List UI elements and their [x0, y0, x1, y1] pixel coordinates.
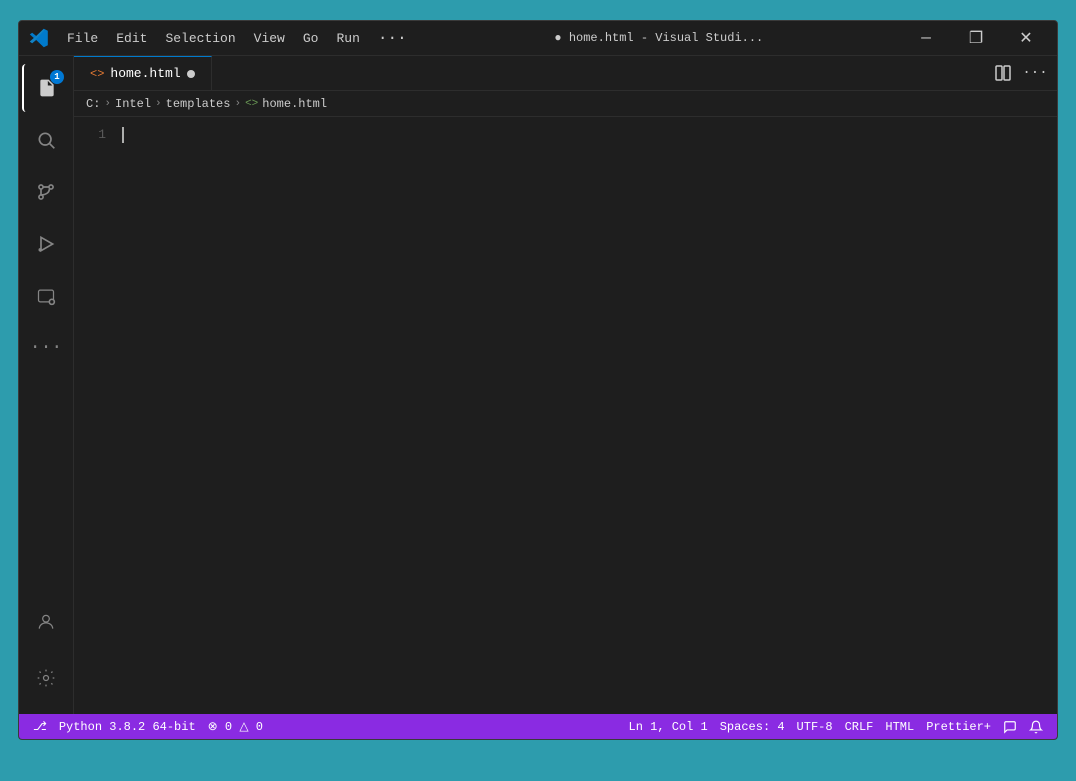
minimize-button[interactable]: — [903, 21, 949, 56]
tab-bar: <> home.html ··· [74, 56, 1057, 91]
menu-run[interactable]: Run [328, 27, 367, 50]
menu-go[interactable]: Go [295, 27, 327, 50]
activity-run[interactable] [22, 220, 70, 268]
breadcrumb-sep-3: › [234, 98, 241, 110]
breadcrumb-intel[interactable]: Intel [115, 97, 151, 111]
main-area: 1 [19, 56, 1057, 714]
menu-view[interactable]: View [246, 27, 293, 50]
menu-ellipsis[interactable]: ··· [370, 25, 415, 51]
activity-settings[interactable] [22, 654, 70, 702]
status-git-branch[interactable]: ⎇ [27, 719, 53, 734]
encoding-label: UTF-8 [797, 720, 833, 734]
activity-account[interactable] [22, 598, 70, 646]
breadcrumb-templates[interactable]: templates [166, 97, 231, 111]
title-bar-controls: — ❐ ✕ [903, 21, 1049, 56]
title-bar: File Edit Selection View Go Run ··· ● ho… [19, 21, 1057, 56]
activity-source-control[interactable] [22, 168, 70, 216]
status-python[interactable]: Python 3.8.2 64-bit [53, 720, 202, 734]
activity-remote[interactable] [22, 272, 70, 320]
status-errors[interactable]: ⊗ 0 △ 0 [202, 719, 269, 734]
menu-edit[interactable]: Edit [108, 27, 155, 50]
tab-modified-dot [187, 70, 195, 78]
breadcrumb: C: › Intel › templates › <> home.html [74, 91, 1057, 117]
activity-search[interactable] [22, 116, 70, 164]
tab-file-icon: <> [90, 67, 104, 81]
code-area[interactable] [114, 117, 1045, 714]
activity-extensions[interactable]: ··· [22, 324, 70, 372]
status-line-col[interactable]: Ln 1, Col 1 [623, 720, 714, 734]
scrollbar-track[interactable] [1045, 117, 1057, 714]
explorer-badge: 1 [50, 70, 64, 84]
line-numbers: 1 [74, 117, 114, 714]
status-line-ending[interactable]: CRLF [839, 720, 880, 734]
vscode-window: File Edit Selection View Go Run ··· ● ho… [18, 20, 1058, 740]
text-cursor [122, 127, 124, 143]
activity-explorer[interactable]: 1 [22, 64, 70, 112]
breadcrumb-file-icon: <> [245, 98, 258, 110]
tab-home-html[interactable]: <> home.html [74, 56, 212, 90]
python-label: Python 3.8.2 64-bit [59, 720, 196, 734]
menu-selection[interactable]: Selection [157, 27, 243, 50]
breadcrumb-sep-2: › [155, 98, 162, 110]
split-editor-button[interactable] [989, 59, 1017, 87]
spaces-label: Spaces: 4 [720, 720, 785, 734]
breadcrumb-file[interactable]: home.html [262, 97, 327, 111]
errors-label: ⊗ 0 △ 0 [208, 719, 263, 734]
status-formatter[interactable]: Prettier+ [920, 720, 997, 734]
vscode-logo [27, 26, 51, 50]
editor-content[interactable]: 1 [74, 117, 1057, 714]
cursor-line [122, 125, 1045, 144]
tab-label: home.html [110, 66, 180, 81]
status-left: ⎇ Python 3.8.2 64-bit ⊗ 0 △ 0 [27, 719, 269, 734]
activity-bar: 1 [19, 56, 74, 714]
status-spaces[interactable]: Spaces: 4 [714, 720, 791, 734]
menu-items: File Edit Selection View Go Run ··· [59, 25, 415, 51]
editor-area: <> home.html ··· C: › [74, 56, 1057, 714]
status-bell[interactable] [1023, 720, 1049, 734]
status-encoding[interactable]: UTF-8 [791, 720, 839, 734]
language-label: HTML [885, 720, 914, 734]
breadcrumb-drive[interactable]: C: [86, 97, 100, 111]
tab-actions: ··· [989, 56, 1057, 90]
status-language[interactable]: HTML [879, 720, 920, 734]
line-ending-label: CRLF [845, 720, 874, 734]
activity-bottom [22, 598, 70, 714]
status-right: Ln 1, Col 1 Spaces: 4 UTF-8 CRLF HTML Pr… [623, 720, 1049, 734]
breadcrumb-sep-1: › [104, 98, 111, 110]
window-title: ● home.html - Visual Studi... [415, 31, 903, 45]
git-icon: ⎇ [33, 719, 47, 734]
line-number-1: 1 [74, 125, 106, 144]
status-feedback[interactable] [997, 720, 1023, 734]
formatter-label: Prettier+ [926, 720, 991, 734]
close-button[interactable]: ✕ [1003, 21, 1049, 56]
title-bar-left: File Edit Selection View Go Run ··· [27, 25, 415, 51]
maximize-button[interactable]: ❐ [953, 21, 999, 56]
status-bar: ⎇ Python 3.8.2 64-bit ⊗ 0 △ 0 Ln 1, Col … [19, 714, 1057, 739]
more-actions-button[interactable]: ··· [1021, 59, 1049, 87]
menu-file[interactable]: File [59, 27, 106, 50]
line-col-label: Ln 1, Col 1 [629, 720, 708, 734]
